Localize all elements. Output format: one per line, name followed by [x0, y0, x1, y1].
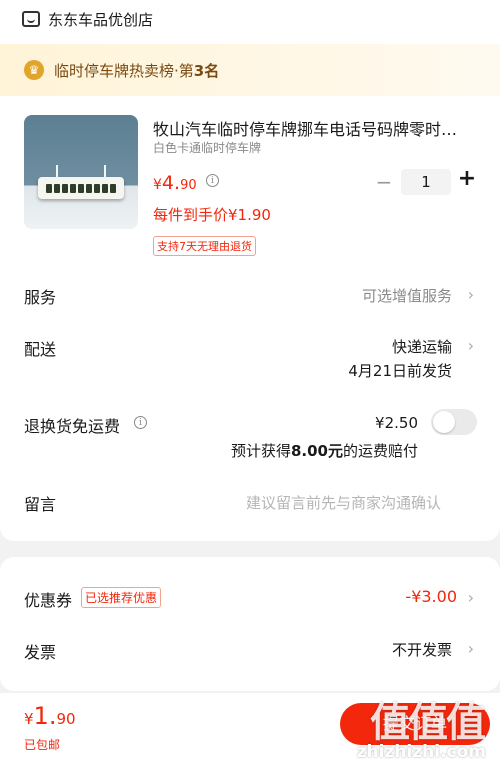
- service-chevron-icon[interactable]: ›: [468, 285, 474, 304]
- product-title[interactable]: 牧山汽车临时停车牌挪车电话号码牌零时…: [153, 116, 483, 140]
- parking-plate-graphic: [38, 177, 124, 199]
- order-total: ¥1.90: [24, 702, 76, 730]
- return-shipping-label: 退换货免运费: [24, 417, 121, 436]
- return-shipping-note: 预计获得8.00元的运费赔付: [230, 442, 418, 460]
- coupon-selected-tag: 已选推荐优惠: [81, 587, 162, 608]
- invoice-value[interactable]: 不开发票: [392, 639, 452, 660]
- return-shipping-info-icon[interactable]: i: [134, 416, 147, 429]
- quantity-minus-button[interactable]: −: [374, 170, 394, 194]
- return-policy-tag: 支持7天无理由退货: [153, 236, 256, 256]
- watermark-url: zhizhizhi.com: [356, 742, 486, 762]
- coupon-value[interactable]: -¥3.00: [405, 587, 457, 606]
- return-shipping-price: ¥2.50: [375, 414, 418, 432]
- rank-text: 临时停车牌热卖榜·第3名: [54, 61, 220, 80]
- delivery-chevron-icon[interactable]: ›: [468, 336, 474, 355]
- product-price: ¥4.90: [153, 172, 197, 194]
- service-value[interactable]: 可选增值服务: [362, 285, 452, 306]
- return-shipping-toggle[interactable]: [431, 409, 477, 435]
- free-shipping-label: 已包邮: [24, 738, 61, 752]
- coupon-chevron-icon[interactable]: ›: [468, 588, 474, 607]
- discount-card: [0, 557, 500, 691]
- final-unit-price: 每件到手价¥1.90: [153, 206, 271, 224]
- delivery-method[interactable]: 快递运输: [392, 336, 452, 357]
- rank-banner[interactable]: ♛ 临时停车牌热卖榜·第3名: [0, 44, 500, 96]
- message-input[interactable]: 建议留言前先与商家沟通确认: [246, 492, 441, 513]
- delivery-ship-date: 4月21日前发货: [348, 362, 452, 380]
- trophy-icon: ♛: [24, 60, 44, 80]
- store-name: 东东车品优创店: [48, 10, 154, 29]
- price-info-icon[interactable]: i: [206, 174, 219, 187]
- invoice-chevron-icon[interactable]: ›: [468, 639, 474, 658]
- invoice-label: 发票: [24, 643, 57, 662]
- product-image[interactable]: [24, 115, 138, 229]
- store-icon: [22, 11, 40, 27]
- coupon-label: 优惠券: [24, 591, 73, 610]
- quantity-plus-button[interactable]: +: [456, 166, 478, 191]
- quantity-input[interactable]: 1: [401, 169, 451, 195]
- service-label: 服务: [24, 288, 57, 307]
- watermark-logo: 值值值: [370, 700, 486, 746]
- message-label: 留言: [24, 495, 57, 514]
- product-spec[interactable]: 白色卡通临时停车牌: [153, 139, 261, 156]
- delivery-label: 配送: [24, 340, 57, 359]
- store-header[interactable]: 东东车品优创店: [22, 6, 153, 32]
